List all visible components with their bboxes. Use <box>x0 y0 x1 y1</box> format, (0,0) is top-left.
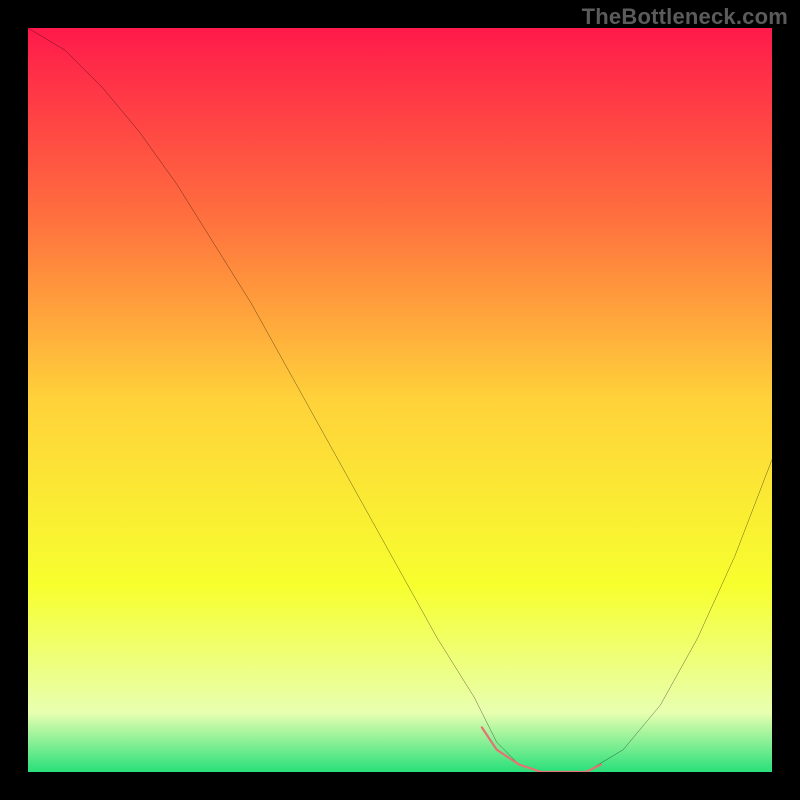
watermark-text: TheBottleneck.com <box>582 4 788 30</box>
plot-area <box>28 28 772 772</box>
chart-frame: TheBottleneck.com <box>0 0 800 800</box>
gradient-background <box>28 28 772 772</box>
chart-canvas <box>28 28 772 772</box>
